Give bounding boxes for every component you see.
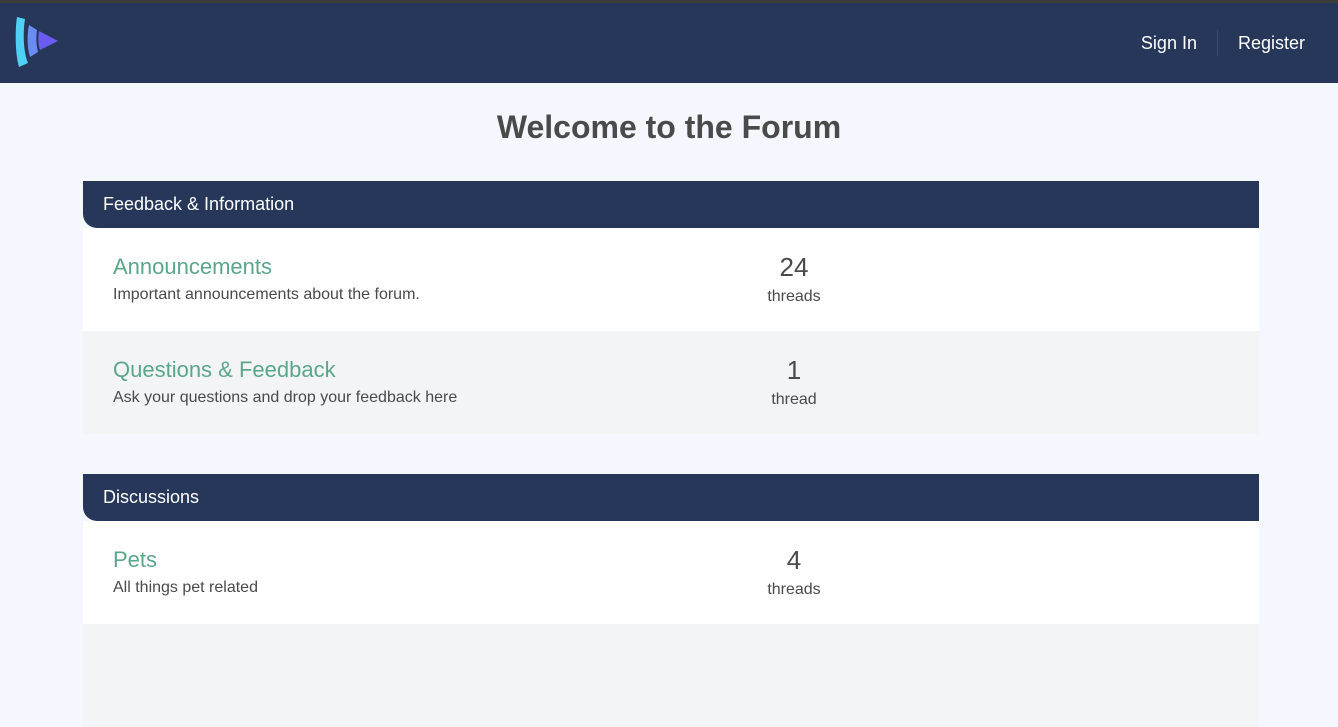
thread-count-label: thread (771, 391, 817, 408)
navbar: Sign In Register (0, 3, 1338, 83)
forum-link[interactable]: Questions & Feedback (113, 358, 336, 382)
section-header: Feedback & Information (83, 181, 1259, 228)
section-header: Discussions (83, 474, 1259, 521)
forum-link[interactable]: Pets (113, 548, 157, 572)
forum-section: Discussions Pets All things pet related … (83, 474, 1259, 727)
register-link[interactable]: Register (1218, 33, 1338, 54)
forum-description: Ask your questions and drop your feedbac… (113, 389, 458, 406)
page-title: Welcome to the Forum (496, 109, 842, 145)
forum-section: Feedback & Information Announcements Imp… (83, 181, 1259, 434)
thread-count: 24 (779, 252, 809, 282)
thread-count-label: threads (767, 288, 821, 305)
thread-count: 1 (786, 355, 802, 385)
forum-description: Important announcements about the forum. (113, 286, 420, 303)
play-logo-icon[interactable] (14, 15, 62, 67)
forum-row: Announcements Important announcements ab… (83, 228, 1259, 331)
forum-link[interactable]: Announcements (113, 255, 272, 279)
sign-in-link[interactable]: Sign In (1121, 33, 1217, 54)
forum-description: All things pet related (113, 579, 258, 596)
forum-row: Pets All things pet related 4 threads (83, 521, 1259, 624)
thread-count-label: threads (767, 581, 821, 598)
forum-row (83, 624, 1259, 727)
thread-count: 4 (786, 545, 802, 575)
nav-links: Sign In Register (1121, 3, 1338, 83)
forum-row: Questions & Feedback Ask your questions … (83, 331, 1259, 434)
